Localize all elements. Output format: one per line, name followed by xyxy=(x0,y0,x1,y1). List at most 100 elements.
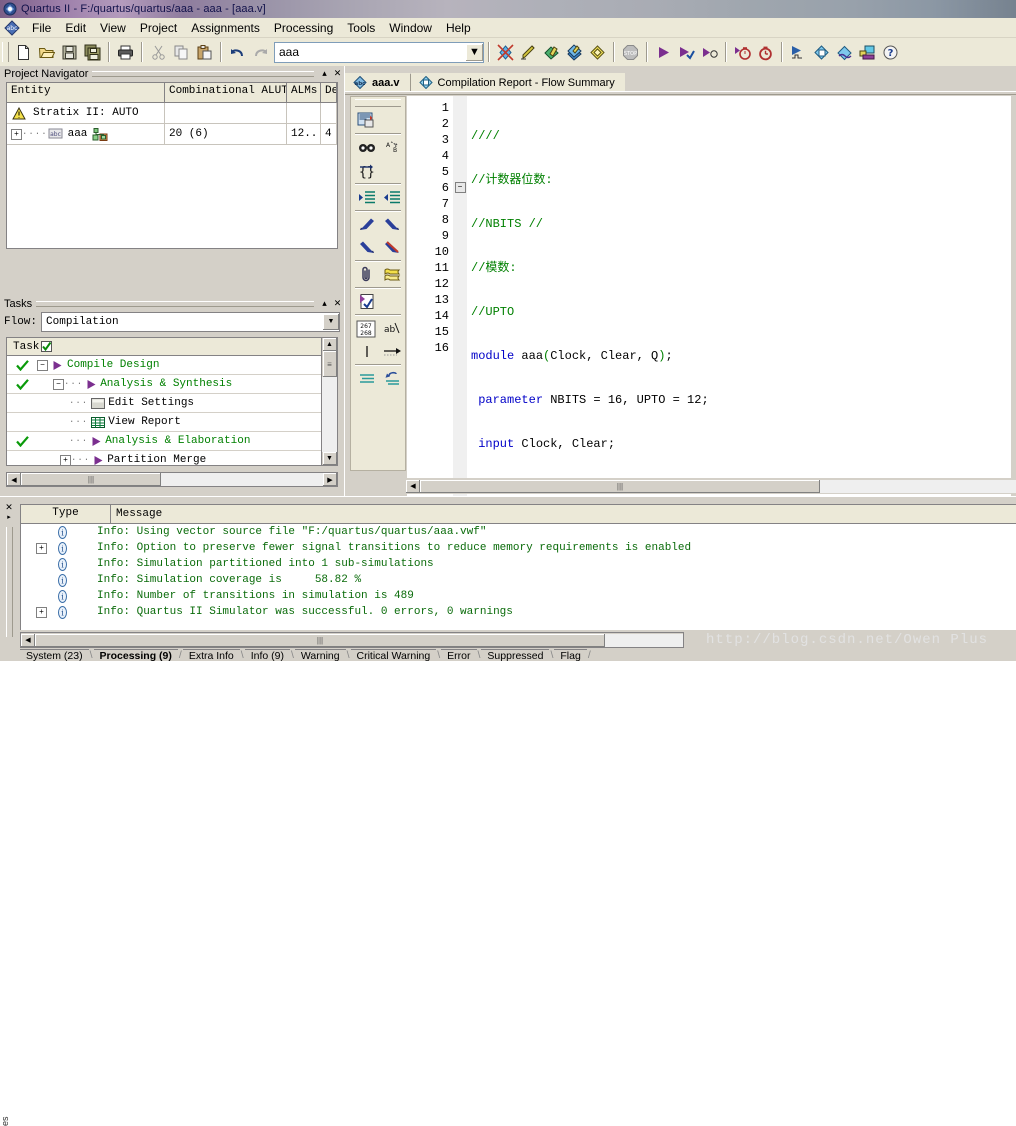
expand-node-icon[interactable]: + xyxy=(60,455,71,466)
message-row[interactable]: + i Info: Quartus II Simulator was succe… xyxy=(21,604,1016,620)
collapse-icon[interactable]: ▴ xyxy=(318,297,331,310)
tab-info[interactable]: Info (9) xyxy=(245,649,290,661)
play-icon[interactable] xyxy=(48,360,67,371)
fold-cell[interactable]: − xyxy=(453,180,467,196)
find-icon[interactable] xyxy=(354,136,379,159)
play-icon[interactable] xyxy=(90,455,107,466)
menu-file[interactable]: File xyxy=(25,19,58,37)
clear-bookmarks-icon[interactable] xyxy=(379,236,404,259)
find-next-icon[interactable]: AB xyxy=(379,136,404,159)
tab-warning[interactable]: Warning xyxy=(295,649,346,661)
message-row[interactable]: i Info: Simulation partitioned into 1 su… xyxy=(21,556,1016,572)
compilation-check-icon[interactable] xyxy=(675,41,698,63)
code-folding-column[interactable]: − xyxy=(453,96,467,526)
cut-icon[interactable] xyxy=(147,41,170,63)
menu-edit[interactable]: Edit xyxy=(58,19,93,37)
increase-indent-icon[interactable] xyxy=(354,186,379,209)
note-icon[interactable] xyxy=(379,263,404,286)
expand-arrow-icon[interactable]: ▸ xyxy=(7,513,11,521)
scrollbar-track[interactable] xyxy=(820,480,1016,493)
task-label[interactable]: View Report xyxy=(108,416,181,428)
chevron-down-icon[interactable]: ▼ xyxy=(323,314,339,330)
column-header-de[interactable]: De xyxy=(321,83,337,102)
entity-cell[interactable]: + ···· abc aaa xyxy=(7,124,165,144)
tasks-horizontal-scrollbar[interactable]: ◀ ||| ▶ xyxy=(6,472,338,487)
message-row[interactable]: i Info: Simulation coverage is 58.82 % xyxy=(21,572,1016,588)
task-label[interactable]: Partition Merge xyxy=(107,454,206,465)
line-number-icon[interactable]: 267268 xyxy=(354,317,379,340)
task-row[interactable]: − ··· Analysis & Synthesis xyxy=(7,375,321,394)
goto-matching-delimiter-icon[interactable]: {} xyxy=(354,159,379,182)
settings-icon[interactable] xyxy=(88,398,108,409)
messages-horizontal-scrollbar[interactable]: ◀ ||| xyxy=(20,632,684,648)
scroll-right-arrow-icon[interactable]: ▶ xyxy=(323,473,337,486)
compile-partial-icon[interactable] xyxy=(698,41,721,63)
scroll-left-arrow-icon[interactable]: ◀ xyxy=(21,634,35,647)
panel-grip[interactable] xyxy=(6,527,13,637)
message-row[interactable]: + i Info: Option to preserve fewer signa… xyxy=(21,540,1016,556)
scroll-up-arrow-icon[interactable]: ▲ xyxy=(323,338,337,351)
collapse-block-icon[interactable]: − xyxy=(455,182,466,193)
table-row[interactable]: Stratix II: AUTO xyxy=(7,103,337,124)
chevron-down-icon[interactable]: ▼ xyxy=(465,44,483,61)
stop-icon[interactable]: STOP xyxy=(619,41,642,63)
uncomment-selection-icon[interactable] xyxy=(379,213,404,236)
open-folder-icon[interactable] xyxy=(35,41,58,63)
column-header-alms[interactable]: ALMs xyxy=(287,83,321,102)
attach-file-icon[interactable] xyxy=(354,263,379,286)
toggle-wordwrap-icon[interactable]: ab xyxy=(379,317,404,340)
close-icon[interactable]: ✕ xyxy=(5,502,13,513)
tab-system[interactable]: System (23) xyxy=(20,649,89,661)
insert-template-icon[interactable] xyxy=(354,109,379,132)
collapse-node-icon[interactable]: − xyxy=(53,379,64,390)
menu-processing[interactable]: Processing xyxy=(267,19,340,37)
toolbar-grip[interactable] xyxy=(355,99,401,107)
task-label[interactable]: Compile Design xyxy=(67,359,159,371)
message-row[interactable]: i Info: Using vector source file "F:/qua… xyxy=(21,524,1016,540)
scrollbar-thumb[interactable]: ≡ xyxy=(323,351,337,377)
editor-horizontal-scrollbar[interactable]: ◀ ||| xyxy=(406,478,1016,494)
scroll-left-arrow-icon[interactable]: ◀ xyxy=(406,480,420,493)
scrollbar-thumb[interactable]: ||| xyxy=(35,634,605,647)
new-file-icon[interactable] xyxy=(12,41,35,63)
task-label[interactable]: Edit Settings xyxy=(108,397,194,409)
tab-extra-info[interactable]: Extra Info xyxy=(183,649,240,661)
task-label[interactable]: Analysis & Elaboration xyxy=(105,435,250,447)
programmer-icon[interactable] xyxy=(856,41,879,63)
toolbar-grip[interactable] xyxy=(2,42,9,62)
scrollbar-track[interactable] xyxy=(161,473,323,486)
task-row[interactable]: ··· Analysis & Elaboration xyxy=(7,432,321,451)
set-bookmark-icon[interactable] xyxy=(354,236,379,259)
timequest-icon[interactable] xyxy=(754,41,777,63)
comment-selection-icon[interactable] xyxy=(354,213,379,236)
menu-view[interactable]: View xyxy=(93,19,133,37)
code-editor[interactable]: 1 2 3 4 5 6 7 8 9 10 11 12 13 14 15 16 xyxy=(407,96,1011,542)
scrollbar-track[interactable] xyxy=(322,377,337,452)
assembler-icon[interactable] xyxy=(563,41,586,63)
project-combo[interactable]: aaa ▼ xyxy=(274,42,484,63)
tab-aaa-v[interactable]: abc aaa.v xyxy=(345,73,410,92)
task-row[interactable]: + ··· Partition Merge xyxy=(7,451,321,465)
scrollbar-thumb[interactable]: ||| xyxy=(21,473,161,486)
expand-icon[interactable]: + xyxy=(11,129,22,140)
compilation-report-icon[interactable] xyxy=(810,41,833,63)
task-label[interactable]: Analysis & Synthesis xyxy=(100,378,232,390)
start-compilation-icon[interactable] xyxy=(494,41,517,63)
paste-icon[interactable] xyxy=(193,41,216,63)
tab-compilation-report[interactable]: Compilation Report - Flow Summary xyxy=(411,73,625,92)
message-row[interactable]: i Info: Number of transitions in simulat… xyxy=(21,588,1016,604)
scrollbar-track[interactable] xyxy=(605,634,683,647)
expand-message-icon[interactable]: + xyxy=(21,543,51,554)
column-header-entity[interactable]: Entity xyxy=(7,83,165,102)
task-row[interactable]: ··· Edit Settings xyxy=(7,394,321,413)
decrease-indent-icon[interactable] xyxy=(379,186,404,209)
tab-critical-warning[interactable]: Critical Warning xyxy=(351,649,437,661)
analysis-synthesis-icon[interactable] xyxy=(517,41,540,63)
collapse-node-icon[interactable]: − xyxy=(37,360,48,371)
menu-project[interactable]: Project xyxy=(133,19,184,37)
save-all-icon[interactable] xyxy=(81,41,104,63)
tab-processing[interactable]: Processing (9) xyxy=(94,649,178,661)
menu-window[interactable]: Window xyxy=(382,19,439,37)
play-icon[interactable] xyxy=(83,379,100,390)
tasks-table[interactable]: Task − Compile Design xyxy=(6,337,338,466)
